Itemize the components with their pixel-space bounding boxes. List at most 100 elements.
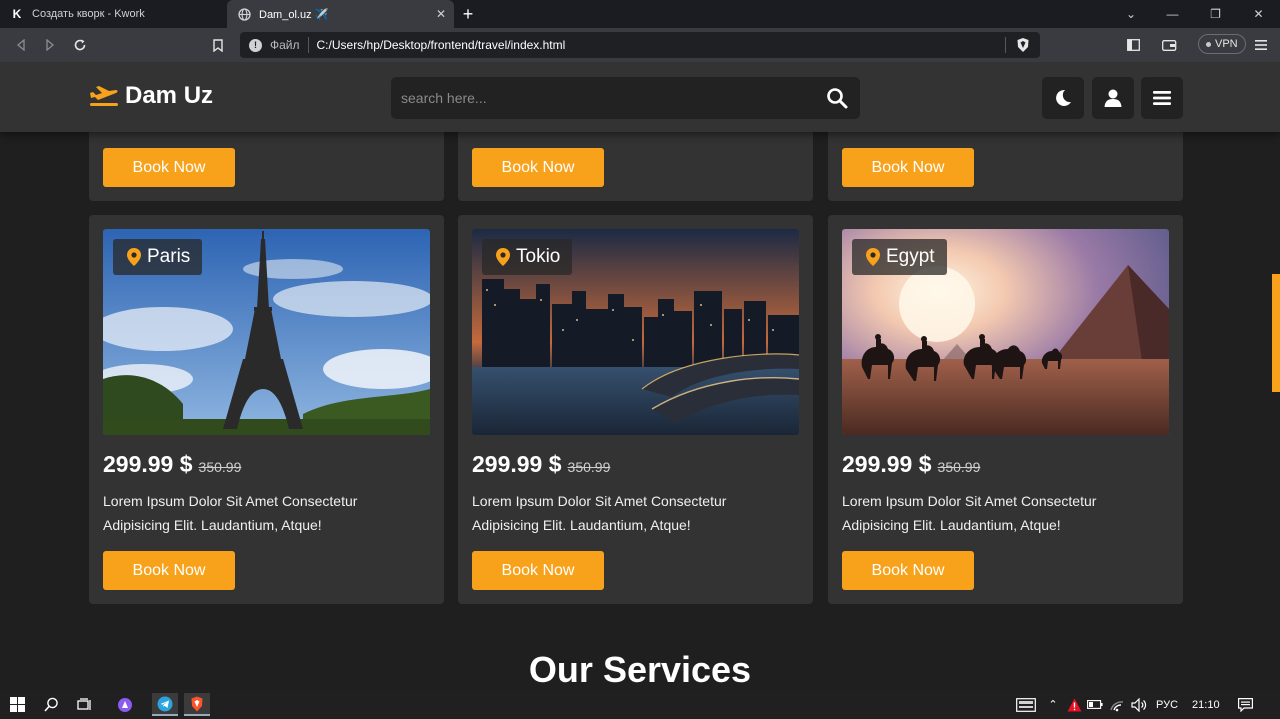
- tab-damol[interactable]: Dam_ol.uz ✈️ ✕: [227, 0, 454, 28]
- heading-part-services: Services: [602, 649, 752, 690]
- menu-button[interactable]: [1141, 77, 1183, 119]
- current-price: 299.99 $: [472, 451, 562, 477]
- book-now-button[interactable]: Book Now: [472, 148, 604, 187]
- window-controls: ⌄ — ❐ ✕: [1111, 0, 1280, 28]
- tokio-photo: Tokio: [472, 229, 799, 435]
- card-description: Lorem Ipsum Dolor Sit Amet Consectetur A…: [472, 493, 727, 533]
- current-price: 299.99 $: [103, 451, 193, 477]
- volume-icon[interactable]: [1128, 697, 1150, 712]
- url-text: C:/Users/hp/Desktop/frontend/travel/inde…: [316, 38, 566, 52]
- moon-icon: [1056, 89, 1071, 106]
- book-now-button[interactable]: Book Now: [472, 551, 604, 590]
- search-bar: [391, 77, 860, 119]
- tab-title: Создать кворк - Kwork: [32, 8, 145, 20]
- telegram-icon[interactable]: [152, 693, 178, 716]
- package-card-paris: Paris 299.99 $ 350.99 Lorem Ipsum Dolor …: [89, 215, 444, 604]
- web-page: Dam Uz Book Now Book Now Book Now: [0, 62, 1280, 690]
- map-pin-icon: [496, 248, 510, 266]
- chevron-up-icon[interactable]: ⌃: [1042, 698, 1064, 711]
- menu-icon: [1153, 91, 1171, 105]
- task-view-icon[interactable]: [72, 693, 98, 716]
- user-icon: [1104, 89, 1122, 107]
- page-scrollbar-thumb[interactable]: [1272, 274, 1280, 392]
- package-card: Book Now: [89, 124, 444, 201]
- plane-icon: [90, 86, 118, 106]
- back-icon[interactable]: [12, 36, 30, 54]
- site-info-icon[interactable]: !: [249, 38, 262, 52]
- current-price: 299.99 $: [842, 451, 932, 477]
- location-name: Tokio: [516, 246, 561, 267]
- card-description: Lorem Ipsum Dolor Sit Amet Consectetur A…: [842, 493, 1097, 533]
- new-tab-button[interactable]: +: [454, 0, 482, 28]
- site-logo[interactable]: Dam Uz: [89, 82, 213, 110]
- reload-icon[interactable]: [71, 36, 89, 54]
- assistant-icon[interactable]: [112, 693, 138, 716]
- restore-icon[interactable]: ❐: [1194, 0, 1237, 28]
- wallet-icon[interactable]: [1160, 36, 1178, 54]
- minimize-icon[interactable]: —: [1151, 0, 1194, 28]
- logo-text: Dam Uz: [125, 82, 214, 109]
- location-badge: Egypt: [852, 239, 947, 275]
- location-name: Paris: [147, 246, 191, 267]
- kwork-k-logo-icon: K: [12, 7, 22, 21]
- book-now-button[interactable]: Book Now: [842, 148, 974, 187]
- vpn-label: VPN: [1215, 38, 1238, 50]
- search-icon[interactable]: [38, 693, 64, 716]
- package-card: Book Now: [828, 124, 1183, 201]
- search-icon[interactable]: [826, 87, 848, 114]
- divider: [307, 37, 309, 53]
- map-pin-icon: [866, 248, 880, 266]
- old-price: 350.99: [198, 459, 242, 475]
- sidebar-icon[interactable]: [1124, 36, 1142, 54]
- bookmark-icon[interactable]: [209, 36, 227, 54]
- price: 299.99 $ 350.99: [472, 451, 610, 478]
- battery-icon[interactable]: [1084, 700, 1106, 709]
- account-button[interactable]: [1092, 77, 1134, 119]
- windows-start-icon[interactable]: [4, 693, 30, 716]
- browser-menu-icon[interactable]: [1252, 36, 1270, 54]
- chevron-down-icon[interactable]: ⌄: [1111, 0, 1151, 28]
- clock-time[interactable]: 21:10: [1192, 699, 1220, 711]
- price: 299.99 $ 350.99: [103, 451, 241, 478]
- vpn-status-dot: [1206, 41, 1211, 47]
- globe-icon: [237, 7, 251, 21]
- location-name: Egypt: [886, 246, 935, 267]
- section-heading-services: Our Services: [0, 649, 1280, 690]
- notifications-icon[interactable]: [1234, 697, 1258, 712]
- map-pin-icon: [127, 248, 141, 266]
- location-badge: Tokio: [482, 239, 573, 275]
- vpn-button[interactable]: VPN: [1198, 34, 1246, 54]
- browser-tab-strip: K Создать кворк - Kwork Dam_ol.uz ✈️ ✕ +…: [0, 0, 1280, 28]
- tab-title: Dam_ol.uz ✈️: [259, 8, 329, 21]
- brave-shield-icon[interactable]: [1016, 37, 1030, 53]
- brave-browser-icon[interactable]: [184, 693, 210, 716]
- old-price: 350.99: [937, 459, 981, 475]
- input-language[interactable]: РУС: [1156, 699, 1178, 711]
- location-badge: Paris: [113, 239, 203, 275]
- close-window-icon[interactable]: ✕: [1237, 0, 1280, 28]
- windows-taskbar: ⌃ РУС 21:10: [0, 690, 1280, 719]
- book-now-button[interactable]: Book Now: [842, 551, 974, 590]
- scheme-label: Файл: [270, 38, 300, 52]
- address-bar[interactable]: ! Файл C:/Users/hp/Desktop/frontend/trav…: [240, 32, 1040, 58]
- price: 299.99 $ 350.99: [842, 451, 980, 478]
- book-now-button[interactable]: Book Now: [103, 551, 235, 590]
- search-input[interactable]: [401, 90, 801, 106]
- divider: [1005, 37, 1006, 53]
- browser-toolbar: ! Файл C:/Users/hp/Desktop/frontend/trav…: [0, 28, 1280, 62]
- theme-toggle-button[interactable]: [1042, 77, 1084, 119]
- close-tab-icon[interactable]: ✕: [436, 7, 446, 21]
- paris-photo: Paris: [103, 229, 430, 435]
- book-now-button[interactable]: Book Now: [103, 148, 235, 187]
- old-price: 350.99: [567, 459, 611, 475]
- package-card-egypt: Egypt 299.99 $ 350.99 Lorem Ipsum Dolor …: [828, 215, 1183, 604]
- system-tray: ⌃ РУС 21:10: [1014, 690, 1258, 719]
- keyboard-icon[interactable]: [1014, 697, 1038, 712]
- egypt-photo: Egypt: [842, 229, 1169, 435]
- site-header: Dam Uz: [0, 62, 1280, 132]
- package-card-tokio: Tokio 299.99 $ 350.99 Lorem Ipsum Dolor …: [458, 215, 813, 604]
- wifi-icon[interactable]: [1106, 698, 1128, 712]
- tab-kwork[interactable]: K Создать кворк - Kwork: [0, 0, 227, 28]
- warning-icon[interactable]: [1064, 698, 1084, 712]
- forward-icon[interactable]: [41, 36, 59, 54]
